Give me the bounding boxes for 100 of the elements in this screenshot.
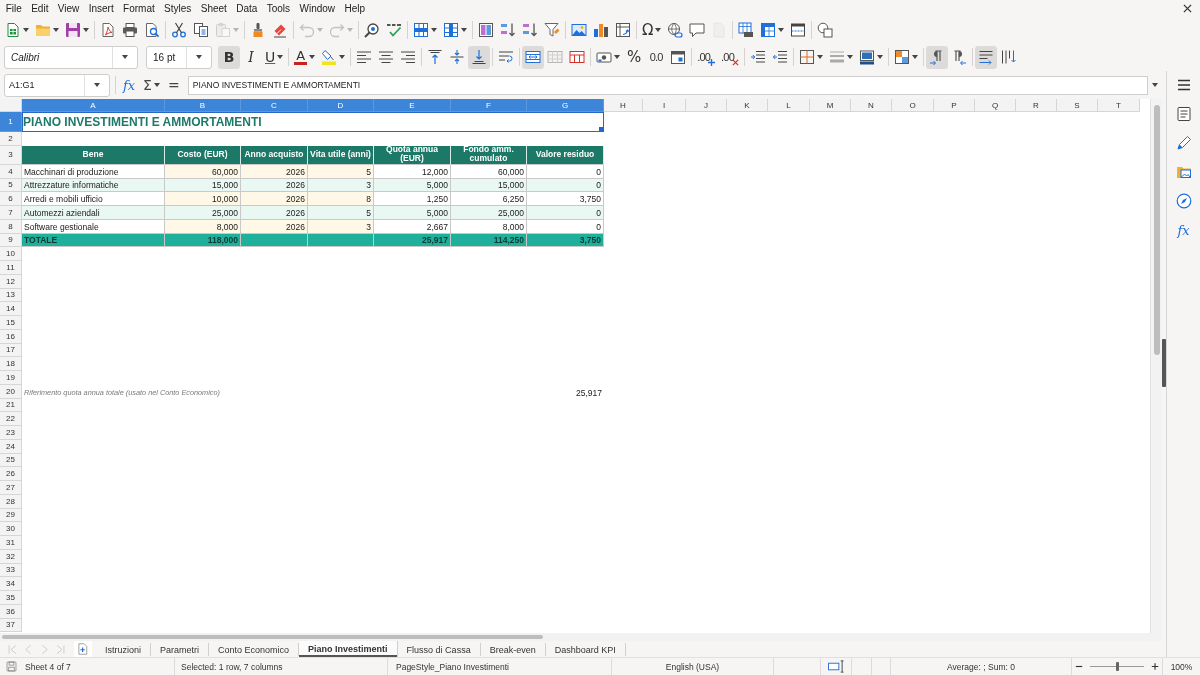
menu-item[interactable]: Edit	[26, 3, 54, 14]
row-header[interactable]: 35	[0, 591, 22, 605]
menu-item[interactable]: Data	[231, 3, 263, 14]
bold-button[interactable]: B	[218, 45, 240, 69]
row-header[interactable]: 30	[0, 522, 22, 536]
table-header-icon[interactable]	[760, 22, 777, 38]
function-wizard-button[interactable]: fx	[118, 73, 140, 97]
column-header[interactable]: A	[22, 99, 165, 112]
caret-icon[interactable]	[461, 28, 467, 32]
column-header[interactable]: N	[851, 99, 892, 112]
scrollbar-thumb[interactable]	[1154, 105, 1160, 355]
caret-icon[interactable]	[53, 28, 59, 32]
caret-icon[interactable]	[196, 55, 202, 59]
table-row-icon[interactable]	[413, 22, 429, 38]
highlighter-icon[interactable]	[321, 49, 338, 65]
row-header[interactable]: 18	[0, 357, 22, 371]
italic-button[interactable]: I	[240, 45, 262, 69]
menu-item[interactable]: File	[1, 3, 27, 14]
column-header[interactable]: P	[934, 99, 975, 112]
column-header[interactable]: C	[241, 99, 308, 112]
caret-icon[interactable]	[876, 55, 883, 59]
caret-icon[interactable]	[83, 28, 89, 32]
row-header[interactable]: 19	[0, 371, 22, 385]
caret-icon[interactable]	[846, 55, 853, 59]
menu-item[interactable]: View	[53, 3, 84, 14]
column-header[interactable]: J	[686, 99, 727, 112]
font-name-field[interactable]: Calibri	[4, 45, 138, 69]
column-header[interactable]: D	[308, 99, 374, 112]
caret-icon[interactable]	[94, 83, 100, 87]
sum-button[interactable]: Σ	[140, 73, 163, 97]
row-header[interactable]: 15	[0, 316, 22, 330]
caret-icon[interactable]	[309, 55, 316, 59]
caret-icon[interactable]	[153, 83, 160, 87]
horizontal-scrollbar[interactable]	[0, 633, 1162, 641]
column-header[interactable]: H	[604, 99, 643, 112]
formula-input-field[interactable]: PIANO INVESTIMENTI E AMMORTAMENTI	[187, 75, 1148, 95]
caret-icon[interactable]	[23, 28, 29, 32]
column-header[interactable]: E	[374, 99, 451, 112]
caret-icon[interactable]	[655, 28, 662, 32]
number-format-button[interactable]: 0.0	[645, 45, 668, 69]
column-header[interactable]: B	[165, 99, 241, 112]
column-header[interactable]: S	[1057, 99, 1098, 112]
zoom-slider-thumb[interactable]	[1115, 662, 1119, 671]
scrollbar-thumb[interactable]	[2, 635, 543, 639]
vertical-scrollbar[interactable]	[1150, 99, 1162, 633]
menu-item[interactable]: Help	[339, 3, 370, 14]
sheet-tab[interactable]: Istruzioni	[96, 643, 151, 656]
spreadsheet-document-icon[interactable]	[5, 22, 21, 38]
caret-icon[interactable]	[614, 55, 621, 59]
percent-format-button[interactable]: %	[623, 45, 646, 69]
row-header[interactable]: 27	[0, 481, 22, 495]
caret-icon[interactable]	[1152, 83, 1158, 87]
sheet-tab[interactable]: Dashboard KPI	[545, 643, 626, 656]
caret-icon[interactable]	[339, 55, 346, 59]
column-header[interactable]: G	[527, 99, 604, 112]
column-header[interactable]: K	[727, 99, 768, 112]
caret-icon[interactable]	[122, 55, 128, 59]
row-header[interactable]: 1	[0, 112, 22, 132]
column-header[interactable]: I	[643, 99, 686, 112]
menu-item[interactable]: Styles	[159, 3, 197, 14]
language-text[interactable]: English (USA)	[665, 661, 720, 672]
functions-button[interactable]: fx	[1171, 218, 1196, 242]
row-header[interactable]: 6	[0, 192, 22, 206]
filled-rectangle-icon[interactable]	[858, 49, 875, 65]
row-header[interactable]: 26	[0, 467, 22, 481]
formula-button[interactable]: =	[162, 73, 185, 97]
column-header[interactable]: M	[810, 99, 851, 112]
column-header[interactable]: O	[892, 99, 934, 112]
menu-item[interactable]: Window	[294, 3, 340, 14]
column-header[interactable]: R	[1016, 99, 1057, 112]
add-decimal-button[interactable]: .00	[694, 45, 719, 69]
font-color-button[interactable]: A	[291, 45, 319, 69]
checkered-squares-icon[interactable]	[893, 49, 910, 65]
banknote-icon[interactable]	[596, 49, 613, 65]
menu-item[interactable]: Sheet	[196, 3, 232, 14]
table-column-icon[interactable]	[443, 22, 459, 38]
sheet-tab[interactable]: Break-even	[480, 643, 546, 656]
sheet-tab[interactable]: Piano Investimenti	[299, 641, 398, 657]
fill-handle[interactable]	[599, 127, 603, 131]
row-header[interactable]: 34	[0, 577, 22, 591]
caret-icon[interactable]	[778, 28, 785, 32]
caret-icon[interactable]	[431, 28, 437, 32]
row-header[interactable]: 2	[0, 132, 22, 146]
sheet-tab[interactable]: Parametri	[151, 643, 210, 656]
name-box-field[interactable]: A1:G1	[4, 73, 110, 97]
rectangle-cursor-icon[interactable]	[827, 659, 845, 674]
zoom-in-icon[interactable]	[1150, 662, 1159, 671]
row-header[interactable]: 10	[0, 247, 22, 261]
caret-icon[interactable]	[816, 55, 823, 59]
underline-button[interactable]: U	[262, 45, 287, 69]
special-character-button[interactable]: Ω	[639, 18, 665, 42]
column-header[interactable]: L	[768, 99, 810, 112]
column-header[interactable]: Q	[975, 99, 1016, 112]
row-header[interactable]: 22	[0, 412, 22, 426]
font-size-field[interactable]: 16 pt	[146, 45, 212, 69]
row-header[interactable]: 14	[0, 302, 22, 316]
sheet-tab[interactable]: Flusso di Cassa	[397, 643, 481, 656]
close-icon[interactable]	[1183, 4, 1192, 13]
row-header[interactable]: 11	[0, 261, 22, 275]
caret-icon[interactable]	[277, 55, 284, 59]
